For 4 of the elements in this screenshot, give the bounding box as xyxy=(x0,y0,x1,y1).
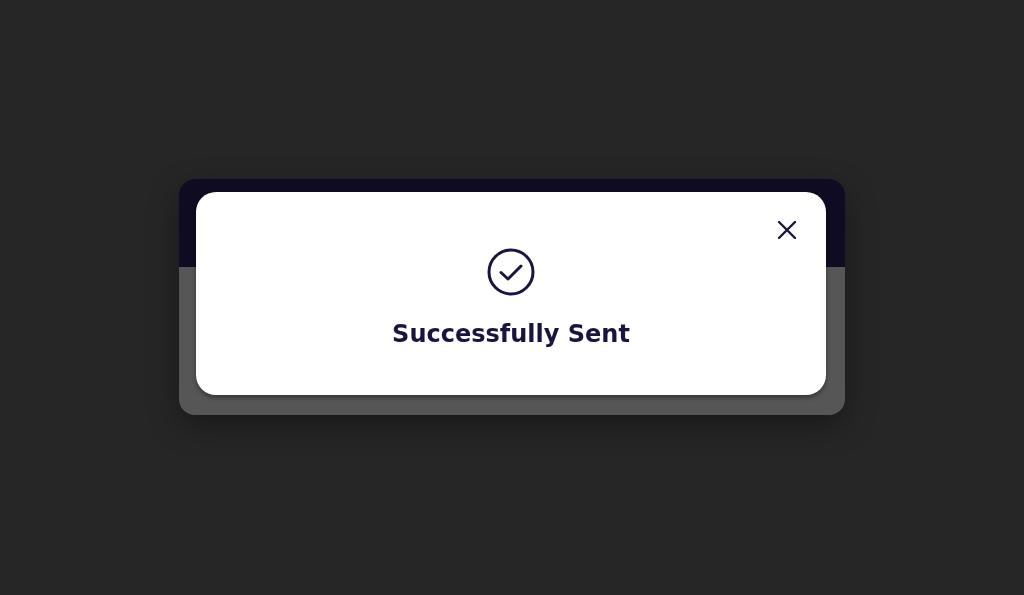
success-message: Successfully Sent xyxy=(392,320,630,348)
close-icon xyxy=(778,221,796,239)
check-circle-icon xyxy=(487,248,535,296)
close-button[interactable] xyxy=(776,219,798,241)
